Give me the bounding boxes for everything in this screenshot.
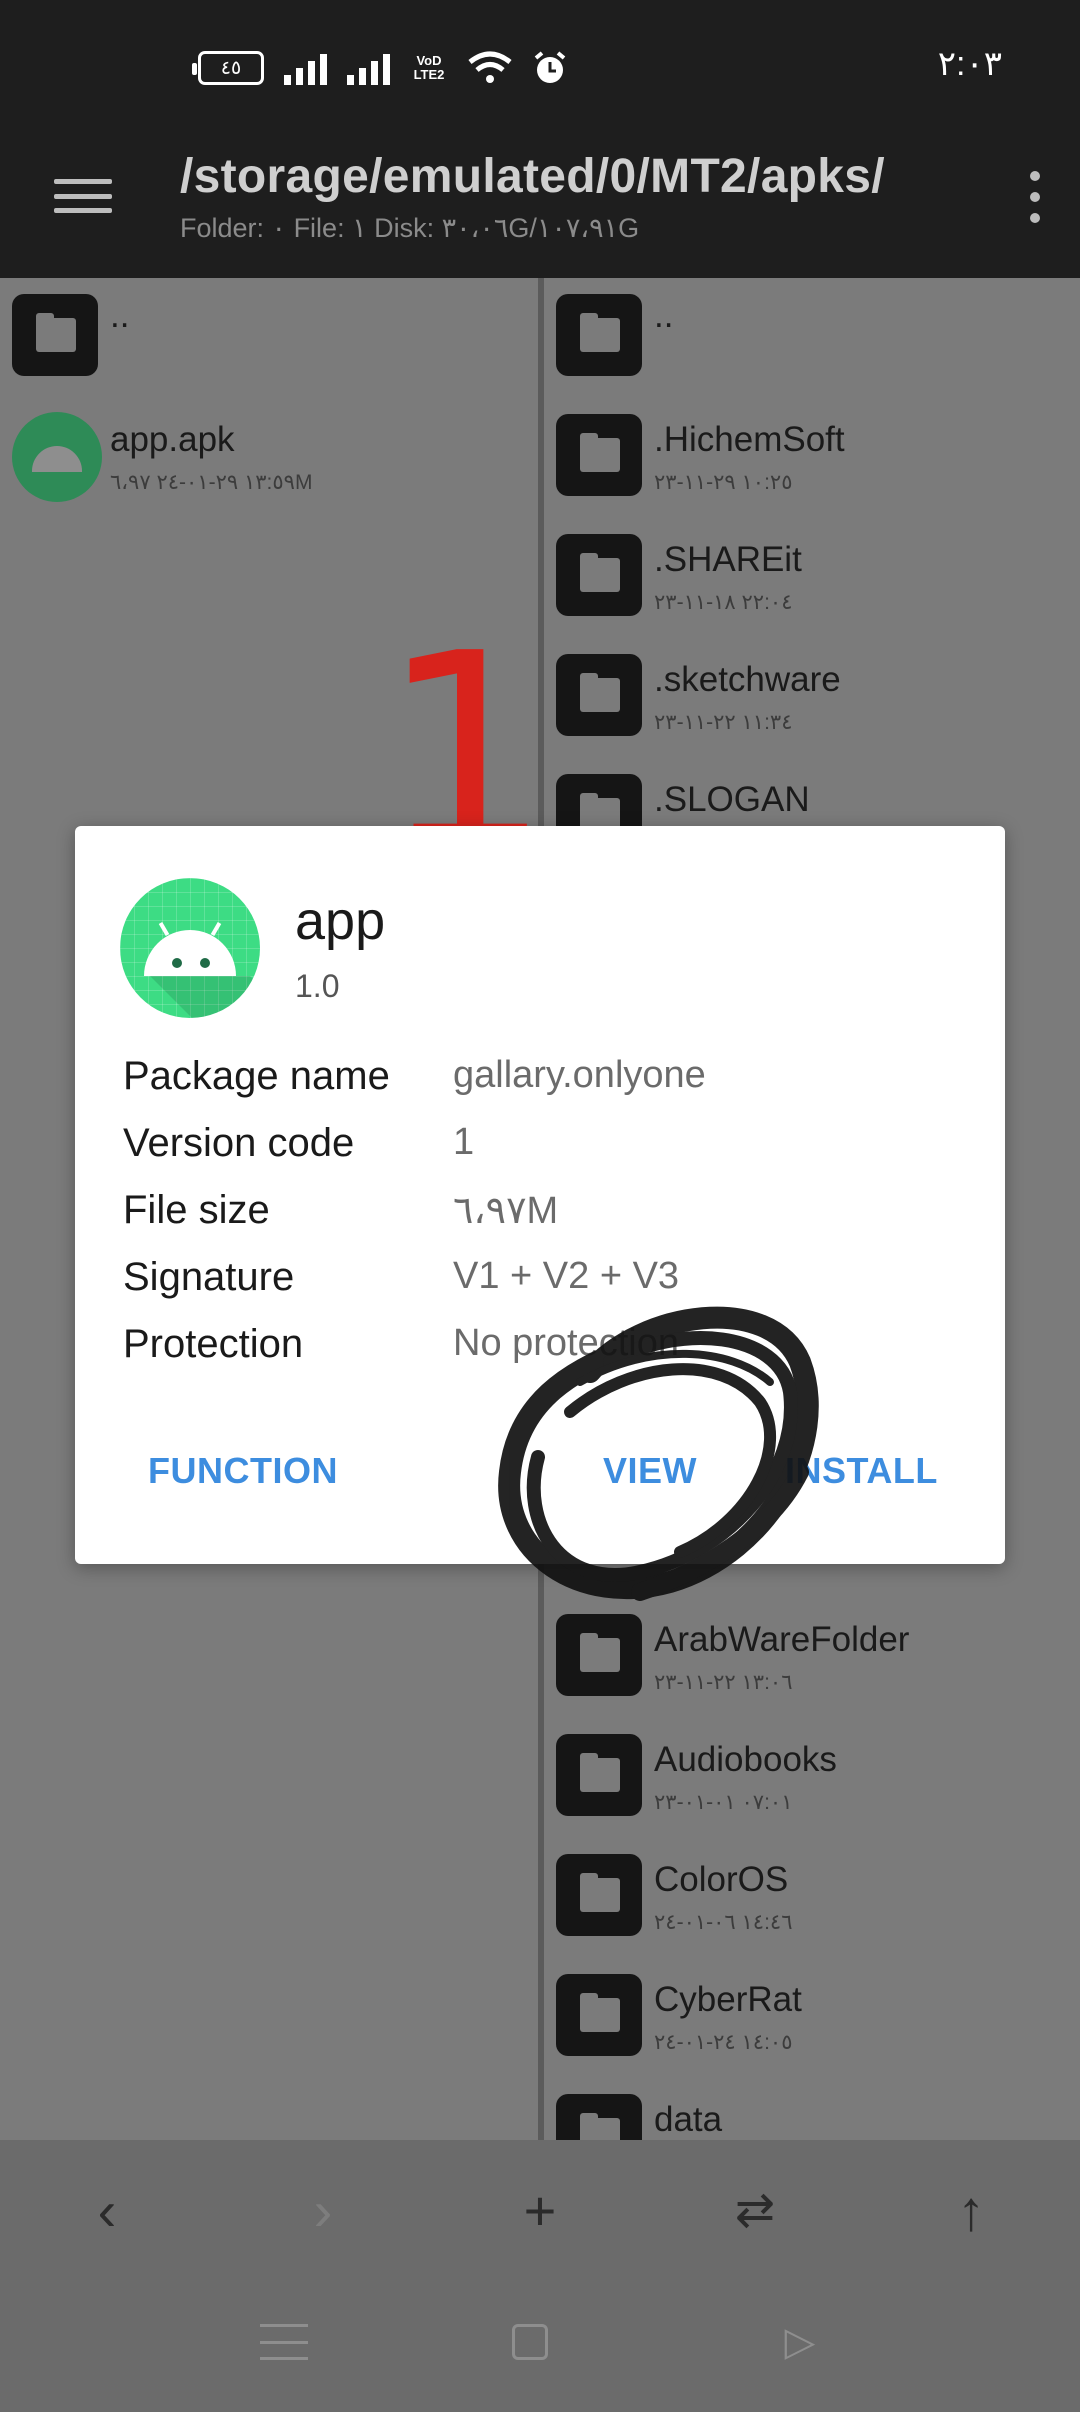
status-clock: ٢:٠٣ — [937, 45, 1002, 83]
arrow-up-icon[interactable]: ↑ — [936, 2176, 1006, 2246]
info-value: 1 — [453, 1121, 475, 1163]
android-apk-icon — [12, 412, 102, 502]
recents-icon[interactable] — [254, 2312, 314, 2372]
info-label: Signature — [123, 1255, 295, 1299]
info-label: Protection — [123, 1322, 304, 1366]
info-row-package: Package name gallary.onlyone — [123, 1054, 963, 1114]
chevron-left-icon[interactable]: ‹ — [72, 2176, 142, 2246]
list-item[interactable]: .sketchware ١١:٣٤ ٢٢-١١-٢٣ — [544, 638, 1080, 758]
folder-icon — [556, 1974, 642, 2056]
row-name: .. — [110, 296, 130, 335]
list-item[interactable]: Audiobooks ٠٧:٠١ ٠١-٠١-٢٣ — [544, 1718, 1080, 1838]
list-item[interactable]: .. — [544, 278, 1080, 398]
row-name: ColorOS — [654, 1860, 789, 1899]
row-name: Audiobooks — [654, 1740, 837, 1779]
install-button[interactable]: INSTALL — [785, 1450, 938, 1492]
plus-icon[interactable]: + — [505, 2176, 575, 2246]
info-value: ٦،٩٧M — [453, 1190, 559, 1232]
row-name: app.apk — [110, 420, 235, 459]
list-item[interactable]: CyberRat ١٤:٠٥ ٢٤-٠١-٢٤ — [544, 1958, 1080, 2078]
folder-icon — [12, 294, 98, 376]
info-value: gallary.onlyone — [453, 1054, 706, 1096]
wifi-icon — [468, 51, 512, 83]
folder-icon — [556, 414, 642, 496]
more-options-icon[interactable] — [1028, 171, 1042, 223]
list-item[interactable]: ColorOS ١٤:٤٦ ٠٦-٠١-٢٤ — [544, 1838, 1080, 1958]
hamburger-menu-icon[interactable] — [54, 173, 112, 219]
parent-folder-row[interactable]: .. — [0, 278, 538, 398]
info-row-protection: Protection No protection — [123, 1322, 963, 1382]
volte-icon: VoD LTE2 — [410, 54, 448, 82]
row-name: .. — [654, 296, 674, 335]
info-row-signature: Signature V1 + V2 + V3 — [123, 1255, 963, 1315]
row-name: data — [654, 2100, 723, 2139]
folder-icon — [556, 2094, 642, 2140]
bottom-action-bar: ‹ › + ⇄ ↑ — [0, 2140, 1080, 2282]
folder-icon — [556, 654, 642, 736]
path-info: Folder: ٠ File: ١ Disk: ٣٠،٠٦G/١٠٧،٩١G — [180, 213, 640, 243]
info-value: No protection — [453, 1322, 680, 1364]
folder-icon — [556, 1614, 642, 1696]
list-item[interactable]: ArabWareFolder ١٣:٠٦ ٢٢-١١-٢٣ — [544, 1598, 1080, 1718]
home-icon[interactable] — [512, 2324, 548, 2360]
file-row-app-apk[interactable]: app.apk ١٣:٥٩ ٢٩-٠١-٢٤ ٦،٩٧M — [0, 398, 538, 518]
info-label: Version code — [123, 1121, 355, 1165]
function-button[interactable]: FUNCTION — [148, 1450, 338, 1492]
status-bar: ٤٥ VoD LTE2 ٢:٠٣ — [0, 0, 1080, 135]
app-name: app — [295, 891, 386, 951]
chevron-right-icon[interactable]: › — [288, 2176, 358, 2246]
folder-icon — [556, 1854, 642, 1936]
row-meta: ١٤:٠٥ ٢٤-٠١-٢٤ — [654, 2031, 793, 2054]
battery-level: ٤٥ — [220, 57, 242, 79]
app-version: 1.0 — [295, 968, 340, 1004]
folder-icon — [556, 1734, 642, 1816]
row-meta: ١٠:٢٥ ٢٩-١١-٢٣ — [654, 471, 793, 494]
row-name: .SHAREit — [654, 540, 802, 579]
system-nav-bar: ▷ — [0, 2282, 1080, 2412]
row-name: .sketchware — [654, 660, 841, 699]
signal-icon — [347, 51, 390, 85]
battery-icon: ٤٥ — [192, 51, 264, 85]
row-name: .SLOGAN — [654, 780, 810, 819]
row-meta: ٢٢:٠٤ ١٨-١١-٢٣ — [654, 591, 793, 614]
info-row-file-size: File size ٦،٩٧M — [123, 1188, 963, 1248]
alarm-icon — [534, 51, 566, 83]
row-meta: ٠٧:٠١ ٠١-٠١-٢٣ — [654, 1791, 793, 1814]
back-icon[interactable]: ▷ — [770, 2312, 830, 2372]
apk-info-dialog: app 1.0 Package name gallary.onlyone Ver… — [75, 826, 1005, 1564]
signal-icon — [284, 51, 327, 85]
status-icons: ٤٥ VoD LTE2 — [192, 50, 568, 86]
row-meta: ١١:٣٤ ٢٢-١١-٢٣ — [654, 711, 793, 734]
list-item[interactable]: data — [544, 2078, 1080, 2140]
folder-icon — [556, 294, 642, 376]
folder-icon — [556, 534, 642, 616]
row-meta: ١٣:٠٦ ٢٢-١١-٢٣ — [654, 1671, 793, 1694]
info-value: V1 + V2 + V3 — [453, 1255, 680, 1297]
row-meta: ١٤:٤٦ ٠٦-٠١-٢٤ — [654, 1911, 793, 1934]
row-name: ArabWareFolder — [654, 1620, 910, 1659]
row-name: .HichemSoft — [654, 420, 845, 459]
row-name: CyberRat — [654, 1980, 802, 2019]
info-label: Package name — [123, 1054, 390, 1098]
current-path: /storage/emulated/0/MT2/apks/ — [180, 150, 885, 203]
list-item[interactable]: .HichemSoft ١٠:٢٥ ٢٩-١١-٢٣ — [544, 398, 1080, 518]
volte-label-1: VoD — [416, 53, 442, 68]
info-row-version-code: Version code 1 — [123, 1121, 963, 1181]
toolbar: /storage/emulated/0/MT2/apks/ Folder: ٠ … — [0, 135, 1080, 278]
info-label: File size — [123, 1188, 270, 1232]
list-item[interactable]: .SHAREit ٢٢:٠٤ ١٨-١١-٢٣ — [544, 518, 1080, 638]
android-app-icon — [120, 878, 260, 1018]
view-button[interactable]: VIEW — [603, 1450, 697, 1492]
volte-label-2: LTE2 — [413, 67, 445, 82]
swap-icon[interactable]: ⇄ — [720, 2176, 790, 2246]
row-meta: ١٣:٥٩ ٢٩-٠١-٢٤ ٦،٩٧M — [110, 471, 313, 494]
